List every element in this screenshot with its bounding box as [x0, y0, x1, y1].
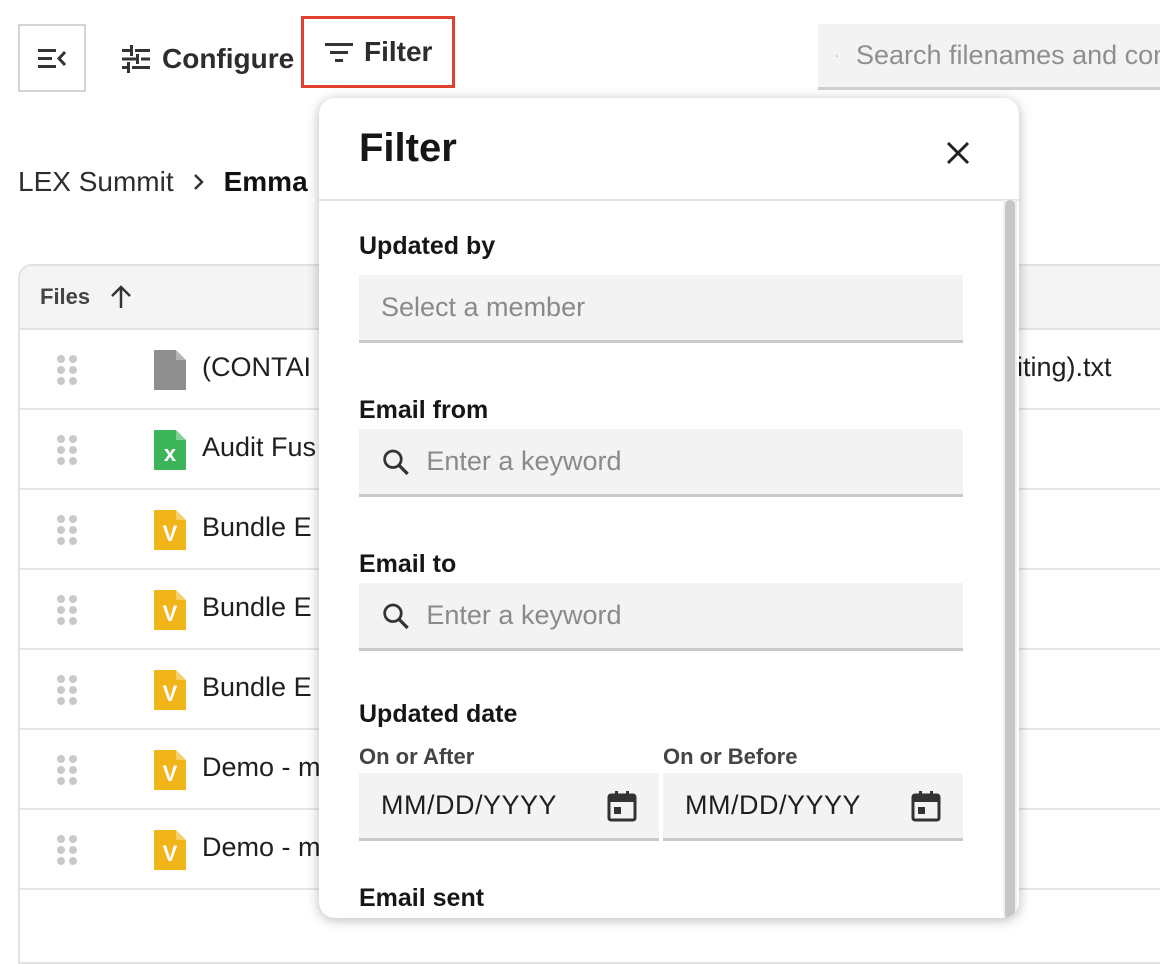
svg-text:x: x	[164, 441, 177, 466]
drag-handle-icon[interactable]	[56, 354, 80, 386]
drag-handle-icon[interactable]	[56, 594, 80, 626]
on-or-before-label: On or Before	[663, 744, 797, 770]
breadcrumb: LEX Summit Emma	[18, 166, 308, 198]
member-select-input[interactable]	[379, 291, 963, 324]
excel-file-icon: x	[154, 430, 186, 470]
filter-panel-title: Filter	[359, 126, 457, 171]
v-file-icon: V	[154, 750, 186, 790]
calendar-icon[interactable]	[607, 790, 637, 822]
email-from-label: Email from	[359, 396, 488, 425]
email-sent-label: Email sent	[359, 884, 484, 913]
svg-text:V: V	[163, 761, 178, 786]
v-file-icon: V	[154, 510, 186, 550]
search-icon	[381, 446, 410, 478]
filter-button[interactable]: Filter	[301, 16, 455, 88]
drag-handle-icon[interactable]	[56, 754, 80, 786]
updated-by-label: Updated by	[359, 232, 495, 261]
email-to-input[interactable]	[424, 599, 963, 632]
text-file-icon	[154, 350, 186, 390]
breadcrumb-root[interactable]: LEX Summit	[18, 166, 174, 198]
drag-handle-icon[interactable]	[56, 674, 80, 706]
chevron-right-icon	[192, 172, 206, 192]
file-name[interactable]: (CONTAI	[202, 352, 311, 383]
close-icon[interactable]	[943, 138, 973, 168]
svg-text:V: V	[163, 601, 178, 626]
calendar-icon[interactable]	[911, 790, 941, 822]
configure-label: Configure	[162, 43, 294, 75]
filter-panel-header: Filter	[319, 98, 1019, 201]
v-file-icon: V	[154, 590, 186, 630]
breadcrumb-current: Emma	[224, 166, 308, 198]
file-name[interactable]: Bundle E	[202, 672, 312, 703]
drag-handle-icon[interactable]	[56, 834, 80, 866]
v-file-icon: V	[154, 830, 186, 870]
search-input[interactable]	[854, 39, 1160, 72]
date-before-value: MM/DD/YYYY	[685, 790, 861, 821]
updated-by-select[interactable]	[359, 275, 963, 343]
v-file-icon: V	[154, 670, 186, 710]
svg-text:V: V	[163, 681, 178, 706]
svg-text:V: V	[163, 521, 178, 546]
file-name[interactable]: Audit Fus	[202, 432, 316, 463]
search-icon	[381, 600, 410, 632]
column-header-files[interactable]: Files	[40, 284, 90, 310]
collapse-menu-icon	[36, 46, 68, 70]
file-name[interactable]: Bundle E	[202, 592, 312, 623]
email-from-input[interactable]	[424, 445, 963, 478]
svg-text:V: V	[163, 841, 178, 866]
on-or-after-label: On or After	[359, 744, 474, 770]
email-to-field[interactable]	[359, 583, 963, 651]
search-list-icon	[836, 40, 838, 72]
updated-date-label: Updated date	[359, 700, 517, 729]
arrow-up-icon[interactable]	[108, 284, 134, 310]
drag-handle-icon[interactable]	[56, 514, 80, 546]
file-name[interactable]: Demo - m	[202, 832, 321, 863]
email-from-field[interactable]	[359, 429, 963, 497]
file-name[interactable]: Bundle E	[202, 512, 312, 543]
filter-lines-icon	[324, 41, 354, 63]
filter-label: Filter	[364, 36, 432, 68]
email-to-label: Email to	[359, 550, 456, 579]
filter-panel-scrollbar[interactable]	[1003, 200, 1017, 918]
date-after-value: MM/DD/YYYY	[381, 790, 557, 821]
drag-handle-icon[interactable]	[56, 434, 80, 466]
sliders-icon	[120, 45, 152, 73]
filter-panel: Filter Updated by Email from Email to Up…	[319, 98, 1019, 918]
date-before-field[interactable]: MM/DD/YYYY	[663, 773, 963, 841]
date-after-field[interactable]: MM/DD/YYYY	[359, 773, 659, 841]
file-name[interactable]: Demo - m	[202, 752, 321, 783]
scrollbar-thumb[interactable]	[1005, 200, 1015, 918]
configure-button[interactable]: Configure	[120, 36, 294, 82]
search-bar[interactable]	[818, 24, 1160, 90]
collapse-menu-button[interactable]	[18, 24, 86, 92]
